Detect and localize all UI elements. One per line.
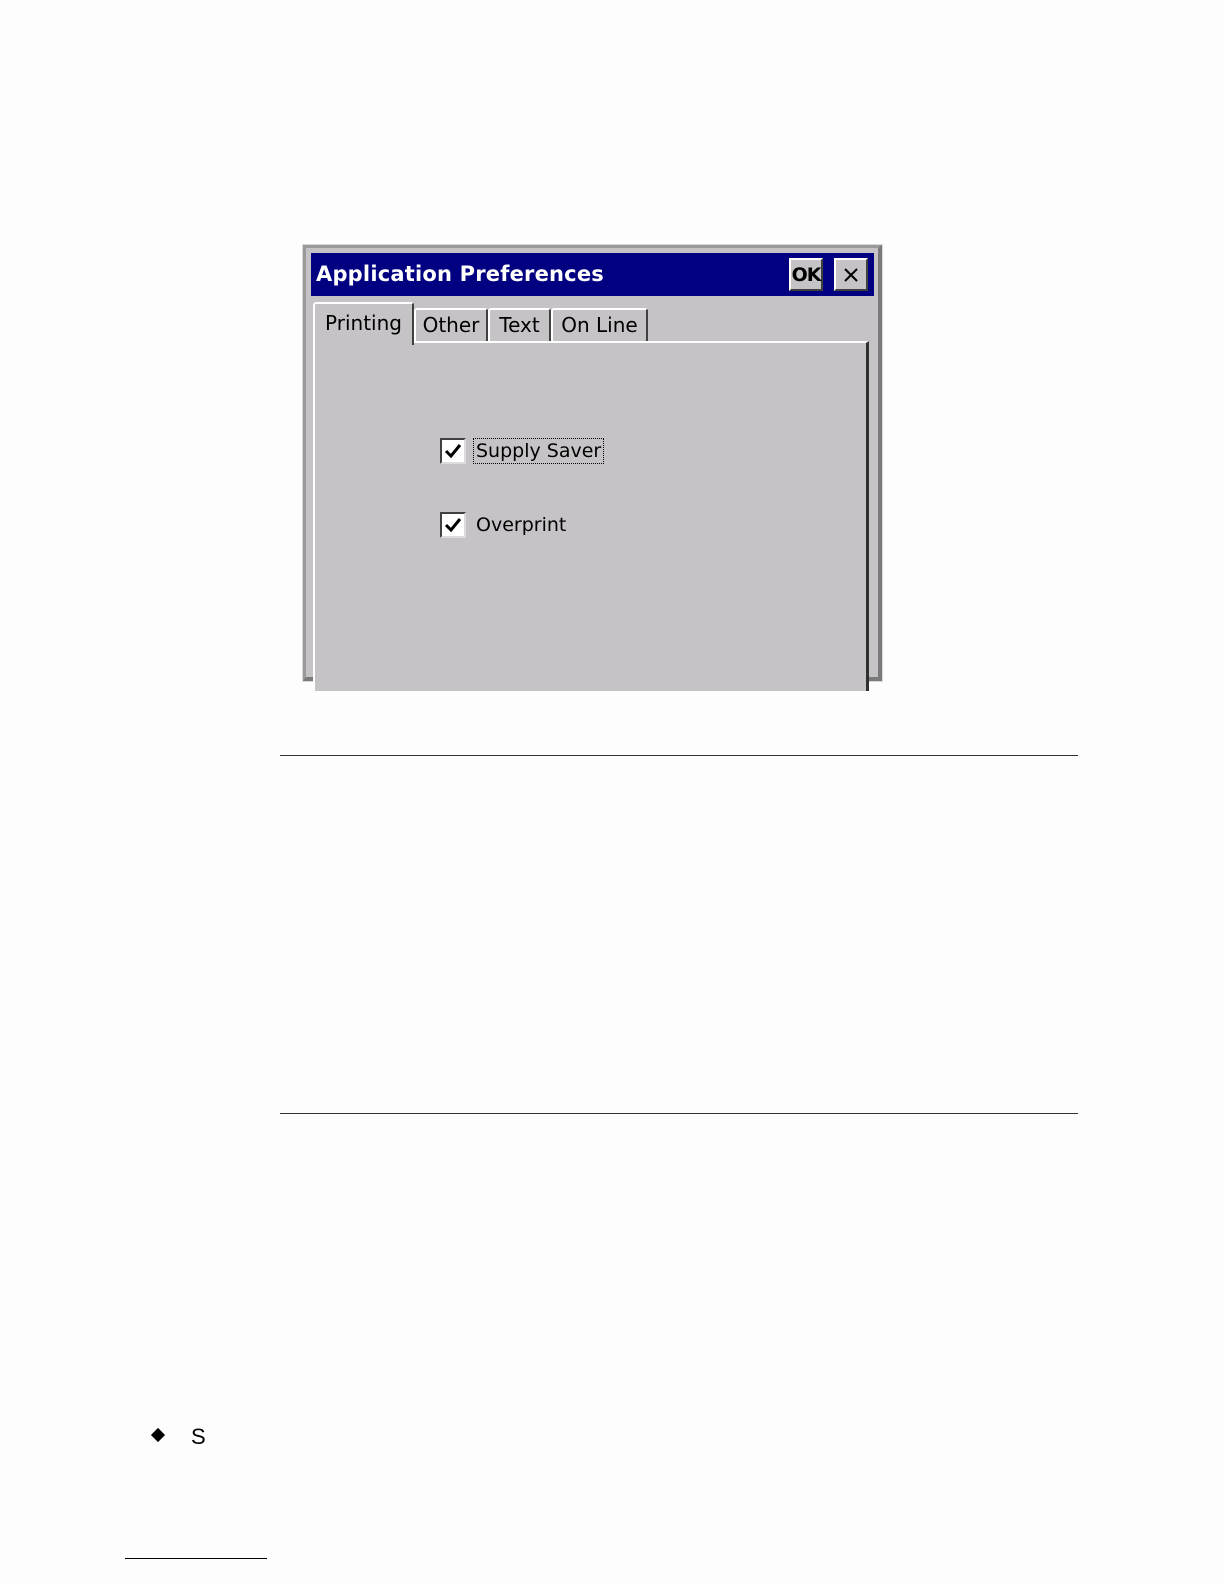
supply-saver-checkbox[interactable] — [440, 438, 466, 464]
checkmark-icon — [444, 444, 462, 459]
supply-saver-label[interactable]: Supply Saver — [472, 438, 605, 464]
close-button[interactable] — [834, 258, 868, 291]
close-icon — [844, 267, 858, 282]
overprint-checkbox[interactable] — [440, 512, 466, 538]
application-preferences-dialog: Application Preferences OK Printing Othe… — [302, 244, 883, 691]
supply-saver-option[interactable]: Supply Saver — [440, 438, 605, 464]
overprint-option[interactable]: Overprint — [440, 512, 568, 538]
printing-tab-panel: Supply Saver Overprint — [313, 341, 869, 691]
tab-text[interactable]: Text — [488, 308, 551, 342]
diamond-bullet-icon — [150, 1427, 166, 1443]
divider-line — [280, 1113, 1078, 1114]
dialog-title: Application Preferences — [316, 262, 604, 286]
dialog-titlebar: Application Preferences OK — [311, 253, 874, 296]
overprint-label[interactable]: Overprint — [474, 513, 568, 537]
checkmark-icon — [444, 518, 462, 533]
tab-printing[interactable]: Printing — [313, 302, 414, 345]
bullet-text: S — [191, 1424, 206, 1449]
ok-button[interactable]: OK — [789, 258, 823, 291]
tab-on-line[interactable]: On Line — [551, 308, 648, 342]
divider-line — [280, 755, 1078, 756]
footnote-divider — [125, 1558, 267, 1559]
tab-other[interactable]: Other — [414, 308, 488, 342]
